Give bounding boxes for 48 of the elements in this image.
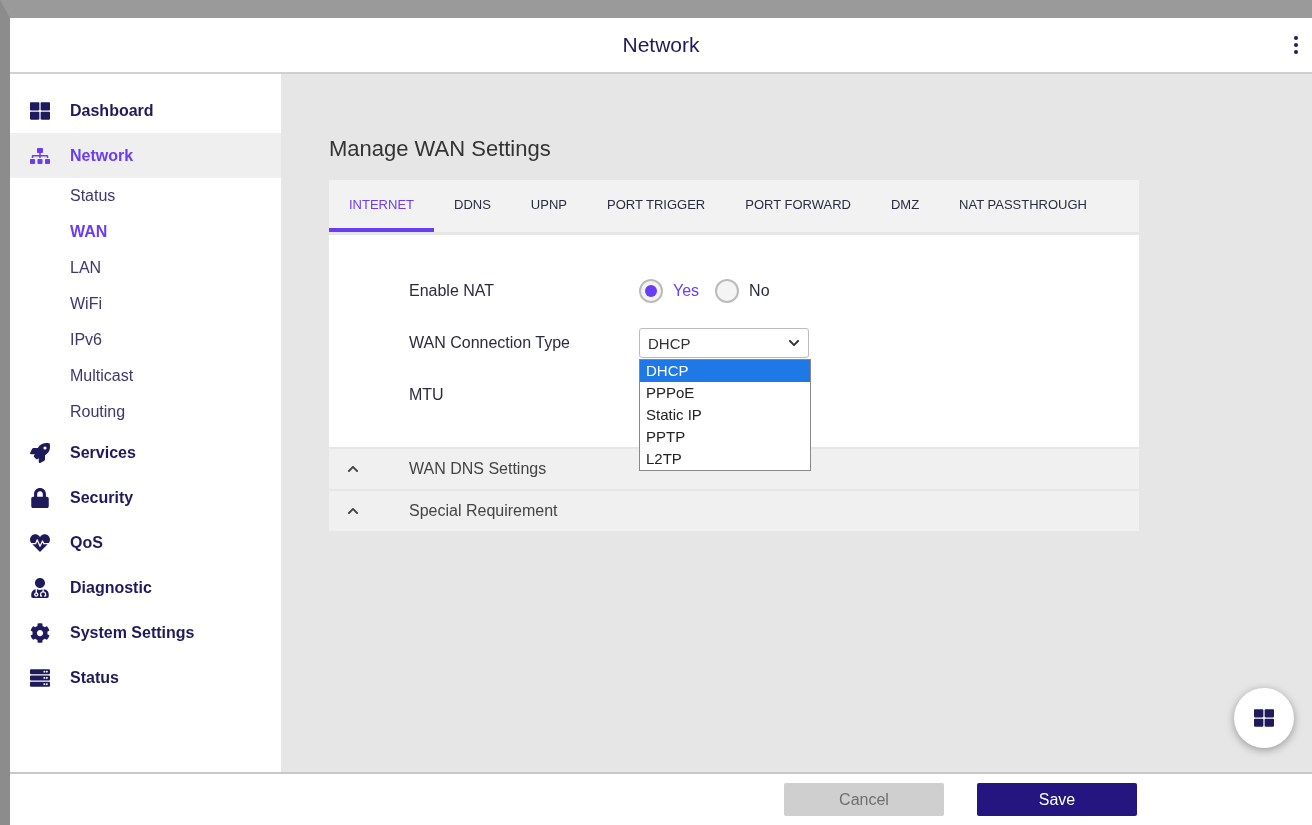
network-tree-icon [28,145,52,166]
dropdown-option[interactable]: DHCP [640,360,810,382]
grid-icon [1254,708,1274,728]
page-title: Manage WAN Settings [329,136,552,162]
accordion-header[interactable]: Special Requirement [329,491,1139,531]
server-icon [28,667,52,688]
sidebar-subitem[interactable]: Status [10,178,281,214]
lock-icon [28,487,52,508]
sidebar-item[interactable]: Network [10,133,281,178]
radio-option[interactable]: No [715,279,770,303]
field-label: WAN Connection Type [409,334,571,352]
sidebar-subitem[interactable]: Routing [10,394,281,430]
sidebar-subitem[interactable]: Multicast [10,358,281,394]
sidebar-item[interactable]: Diagnostic [10,565,281,610]
sidebar-item[interactable]: QoS [10,520,281,565]
connection-type-select[interactable]: DHCP [639,328,809,358]
tab[interactable]: NAT PASSTHROUGH [939,180,1107,232]
rocket-icon [28,442,52,463]
sidebar-item[interactable]: System Settings [10,610,281,655]
dashboard-grid-icon [28,100,52,121]
radio-button[interactable] [639,279,663,303]
more-menu-icon[interactable] [1294,36,1298,54]
sidebar-subitem[interactable]: LAN [10,250,281,286]
save-button[interactable]: Save [977,783,1137,816]
sidebar-item[interactable]: Security [10,475,281,520]
settings-icon [28,622,52,643]
sidebar-item[interactable]: Dashboard [10,88,281,133]
caret-icon [347,505,359,517]
sidebar-subitem[interactable]: WAN [10,214,281,250]
sidebar-item[interactable]: Services [10,430,281,475]
doctor-icon [28,577,52,598]
window-title: Network [622,33,700,57]
field-label: MTU [409,386,445,404]
sidebar-subitem[interactable]: IPv6 [10,322,281,358]
tab[interactable]: PORT FORWARD [725,180,871,232]
tab[interactable]: PORT TRIGGER [586,180,726,232]
apps-button[interactable] [1234,688,1294,748]
radio-button[interactable] [715,279,740,303]
sidebar-item[interactable]: Status [10,655,281,700]
tab[interactable]: UPNP [510,180,587,232]
tab[interactable]: DMZ [870,180,940,232]
field-label: Enable NAT [409,282,496,300]
chevron-down-icon [788,337,800,349]
caret-icon [347,463,359,475]
sidebar-subitem[interactable]: WiFi [10,286,281,322]
radio-option[interactable]: Yes [639,279,700,303]
tab[interactable]: DDNS [434,180,511,232]
heartbeat-icon [28,532,52,553]
